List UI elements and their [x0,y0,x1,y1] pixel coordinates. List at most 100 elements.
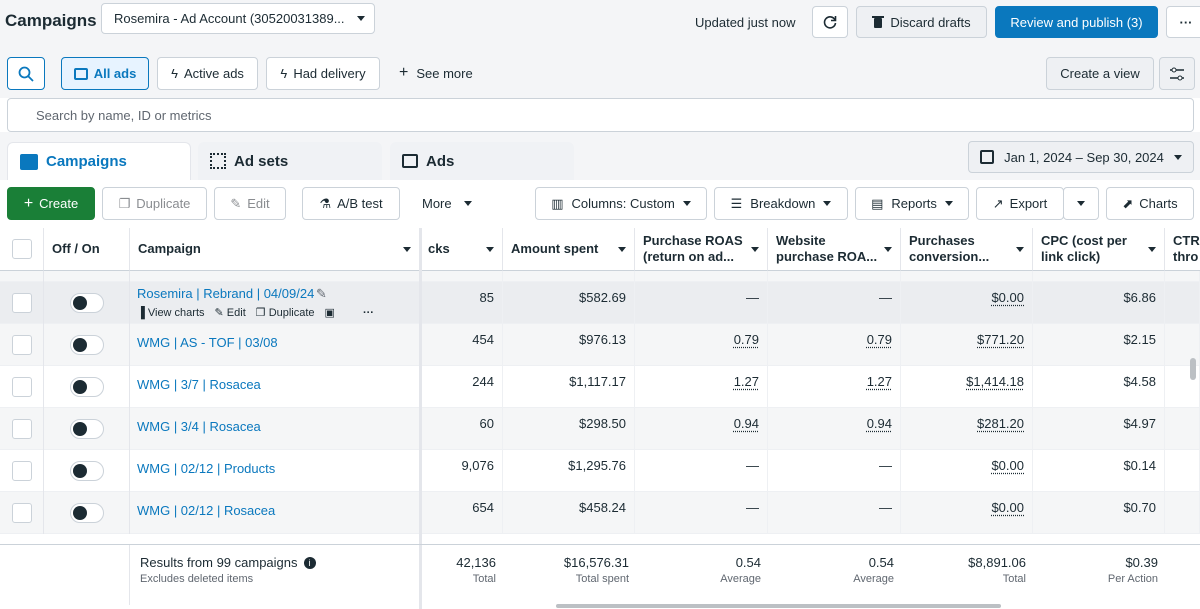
cell-roas-value[interactable]: 0.94 [734,416,759,431]
header-clicks[interactable]: cks [420,228,503,271]
cell-pc-value[interactable]: $281.20 [977,416,1024,431]
row-checkbox[interactable] [12,335,32,355]
header-ctr-label: CTR thro [1173,233,1200,265]
header-campaign[interactable]: Campaign [130,228,420,271]
cell-web-value[interactable]: 0.94 [867,416,892,431]
create-button[interactable]: + Create [7,187,95,220]
delivery-toggle[interactable] [70,377,104,397]
table-row[interactable]: WMG | AS - TOF | 03/08 454 $976.13 0.79 0.79… [0,324,1200,366]
cell-roas: — [635,271,768,282]
columns-label: Columns: Custom [571,196,675,211]
tab-ads[interactable]: Ads [390,142,574,180]
delivery-toggle[interactable] [70,461,104,481]
columns-dropdown[interactable]: ▥ Columns: Custom [535,187,707,220]
cell-pc-value[interactable]: $1,414.18 [966,374,1024,389]
cell-roas-value[interactable]: 1.27 [734,374,759,389]
edit-action[interactable]: ✎ Edit [215,306,246,319]
delivery-toggle[interactable] [70,293,104,313]
filter-had-delivery[interactable]: ϟ Had delivery [266,57,380,90]
breakdown-label: Breakdown [750,196,816,211]
avg-roas: 0.54 [735,555,761,570]
view-settings-button[interactable] [1159,57,1195,90]
tab-campaigns[interactable]: Campaigns [7,142,191,180]
search-toggle-button[interactable] [7,57,45,90]
select-all-checkbox[interactable] [11,239,32,259]
header-ctr[interactable]: CTR thro [1165,228,1200,271]
cell-pc-value[interactable]: $0.00 [991,458,1024,473]
view-charts-action[interactable]: ▐ View charts [137,307,205,319]
row-checkbox[interactable] [12,503,32,523]
cell-pc-value[interactable]: $0.00 [991,290,1024,305]
delivery-toggle[interactable] [70,503,104,523]
delivery-toggle[interactable] [70,419,104,439]
cell-pc-value[interactable]: $771.20 [977,332,1024,347]
more-actions-button[interactable]: ··· [363,307,374,319]
pencil-icon[interactable]: ✎ [316,286,327,302]
horizontal-scrollbar[interactable] [556,604,1001,608]
cell-pc-value[interactable]: $0.00 [991,500,1024,515]
header-ctr-line1: CTR [1173,233,1200,248]
cell-web-value[interactable]: 1.27 [867,374,892,389]
delivery-toggle[interactable] [70,335,104,355]
export-button[interactable]: ↗ Export [976,187,1064,220]
chevron-down-icon [618,246,626,252]
charts-button[interactable]: ⬈ Charts [1106,187,1194,220]
account-name: Rosemira - Ad Account (30520031389... [114,11,345,26]
ab-test-button[interactable]: ⚗ A/B test [302,187,400,220]
filter-all-ads[interactable]: All ads [61,57,149,90]
cell-roas-value[interactable]: 0.79 [734,332,759,347]
breakdown-dropdown[interactable]: ☰ Breakdown [714,187,848,220]
table-row[interactable]: WMG | 3/4 | Rosacea 60 $298.50 0.94 0.94 $281… [0,408,1200,450]
header-roas[interactable]: Purchase ROAS (return on ad... [635,228,768,271]
refresh-button[interactable] [812,6,848,38]
reports-dropdown[interactable]: ▤ Reports [855,187,969,220]
row-checkbox[interactable] [12,461,32,481]
duplicate-label: Duplicate [136,196,191,211]
cell-clicks: 9,076 [420,450,503,492]
row-checkbox[interactable] [12,377,32,397]
campaign-name-link[interactable]: WMG | AS - TOF | 03/08 [137,335,278,350]
row-checkbox[interactable] [12,419,32,439]
table-row[interactable]: WMG | 02/12 | Products 9,076 $1,295.76 — — $0… [0,450,1200,492]
duplicate-button[interactable]: ❐ Duplicate [102,187,207,220]
edit-button[interactable]: ✎ Edit [214,187,286,220]
create-view-button[interactable]: Create a view [1046,57,1154,90]
review-publish-button[interactable]: Review and publish (3) [995,6,1158,38]
table-row[interactable]: Rosemira | Rebrand | 04/09/24 ✎ 85 $582.69… [0,282,1200,324]
header-offon[interactable]: Off / On [44,228,130,271]
table-row[interactable]: WMG | 02/12 | Rosacea 654 $458.24 — — $0.00 $0… [0,492,1200,534]
header-web-label: Website purchase ROA... [776,233,877,265]
reports-label: Reports [891,196,937,211]
date-range-picker[interactable]: Jan 1, 2024 – Sep 30, 2024 [968,141,1194,173]
see-more-button[interactable]: + See more [399,65,473,82]
campaign-name-link[interactable]: WMG | 3/7 | Rosacea [137,377,261,392]
campaign-name-link[interactable]: WMG | 02/12 | Rosacea [137,503,275,518]
cell-web-value[interactable]: 0.79 [867,332,892,347]
campaign-name-link[interactable]: WMG | 02/12 | Products [137,461,275,476]
more-options-button[interactable]: ··· [1166,6,1200,38]
header-cpc[interactable]: CPC (cost per link click) [1033,228,1165,271]
calendar-icon [980,150,995,164]
campaign-name-link[interactable]: Rosemira | Rebrand | 04/09/24 [137,286,314,301]
header-web-roas[interactable]: Website purchase ROA... [768,228,901,271]
table-row[interactable]: WMG | 3/7 | Rosacea 244 $1,117.17 1.27 1.27 $… [0,366,1200,408]
duplicate-action[interactable]: ❐ Duplicate [256,306,315,319]
cell-amount-value: $458.24 [579,500,626,515]
info-icon[interactable]: i [303,556,316,569]
search-input[interactable]: Search by name, ID or metrics [7,98,1194,132]
discard-drafts-button[interactable]: Discard drafts [856,6,987,38]
header-amount[interactable]: Amount spent [503,228,635,271]
table-row[interactable]: Rosemira | Traffic | 05/08/249,824$4,741… [0,271,1200,282]
export-options-button[interactable] [1063,187,1099,220]
account-selector[interactable]: Rosemira - Ad Account (30520031389... [101,3,375,34]
cell-divider [43,366,44,408]
preview-icon[interactable]: ▣ [325,306,335,319]
filter-active-ads[interactable]: ϟ Active ads [157,57,258,90]
tab-adsets[interactable]: Ad sets [198,142,382,180]
vertical-scrollbar[interactable] [1190,358,1196,380]
header-purchases[interactable]: Purchases conversion... [901,228,1033,271]
row-checkbox[interactable] [12,293,32,313]
more-menu[interactable]: More [422,196,472,211]
export-label: Export [1009,196,1048,211]
campaign-name-link[interactable]: WMG | 3/4 | Rosacea [137,419,261,434]
